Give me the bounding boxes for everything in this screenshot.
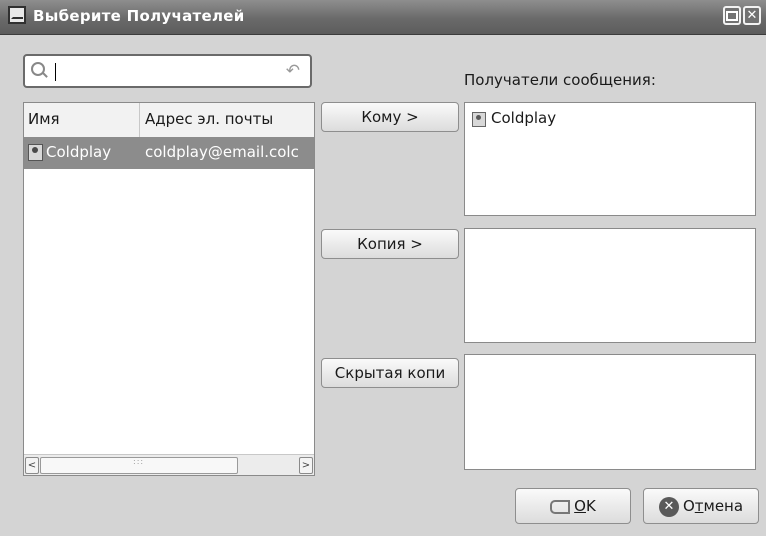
maximize-button[interactable]: [723, 6, 741, 25]
add-to-button[interactable]: Кому >: [321, 102, 459, 132]
scroll-right-icon[interactable]: >: [299, 457, 313, 474]
search-icon: [31, 62, 45, 76]
horizontal-scrollbar[interactable]: < >: [24, 454, 314, 475]
list-header: Имя Адрес эл. почты: [24, 103, 314, 138]
window-title: Выберите Получателей: [33, 7, 245, 25]
maximize-icon: [726, 11, 738, 21]
to-recipients-list[interactable]: Coldplay: [464, 102, 756, 216]
contact-avatar-icon: [472, 112, 486, 127]
ok-button[interactable]: OK: [515, 488, 631, 524]
column-header-email[interactable]: Адрес эл. почты: [145, 110, 273, 128]
text-cursor: [55, 63, 56, 81]
scrollbar-thumb[interactable]: [40, 457, 238, 474]
contacts-list[interactable]: Имя Адрес эл. почты Coldplay coldplay@em…: [23, 102, 315, 476]
cancel-icon: ✕: [658, 496, 679, 517]
mail-window-icon: [8, 6, 26, 24]
contact-email: coldplay@email.colc: [145, 143, 299, 161]
title-bar[interactable]: Выберите Получателей ✕: [0, 0, 766, 35]
table-row[interactable]: Coldplay coldplay@email.colc: [24, 137, 314, 169]
close-button[interactable]: ✕: [743, 6, 761, 25]
bcc-recipients-list[interactable]: [464, 354, 756, 470]
cc-recipients-list[interactable]: [464, 228, 756, 343]
ok-mnemonic: O: [574, 497, 586, 515]
recipient-name: Coldplay: [491, 109, 557, 127]
ok-hand-icon: [550, 499, 571, 514]
scroll-left-icon[interactable]: <: [25, 457, 39, 474]
add-bcc-button[interactable]: Скрытая копи: [321, 358, 459, 388]
search-input[interactable]: ↶: [23, 54, 312, 88]
add-cc-button[interactable]: Копия >: [321, 229, 459, 259]
contact-avatar-icon: [28, 144, 43, 161]
cancel-button[interactable]: ✕ Oтмена: [643, 488, 759, 524]
undo-arrow-icon[interactable]: ↶: [286, 61, 300, 81]
cancel-label-first: O: [682, 497, 695, 515]
column-header-name[interactable]: Имя: [28, 110, 60, 128]
cancel-label-rest: мена: [703, 497, 744, 515]
column-divider[interactable]: [139, 103, 140, 137]
cancel-mnemonic: т: [694, 497, 704, 515]
recipients-label: Получатели сообщения:: [464, 71, 656, 89]
ok-label-rest: K: [585, 497, 596, 515]
contact-name: Coldplay: [46, 143, 112, 161]
